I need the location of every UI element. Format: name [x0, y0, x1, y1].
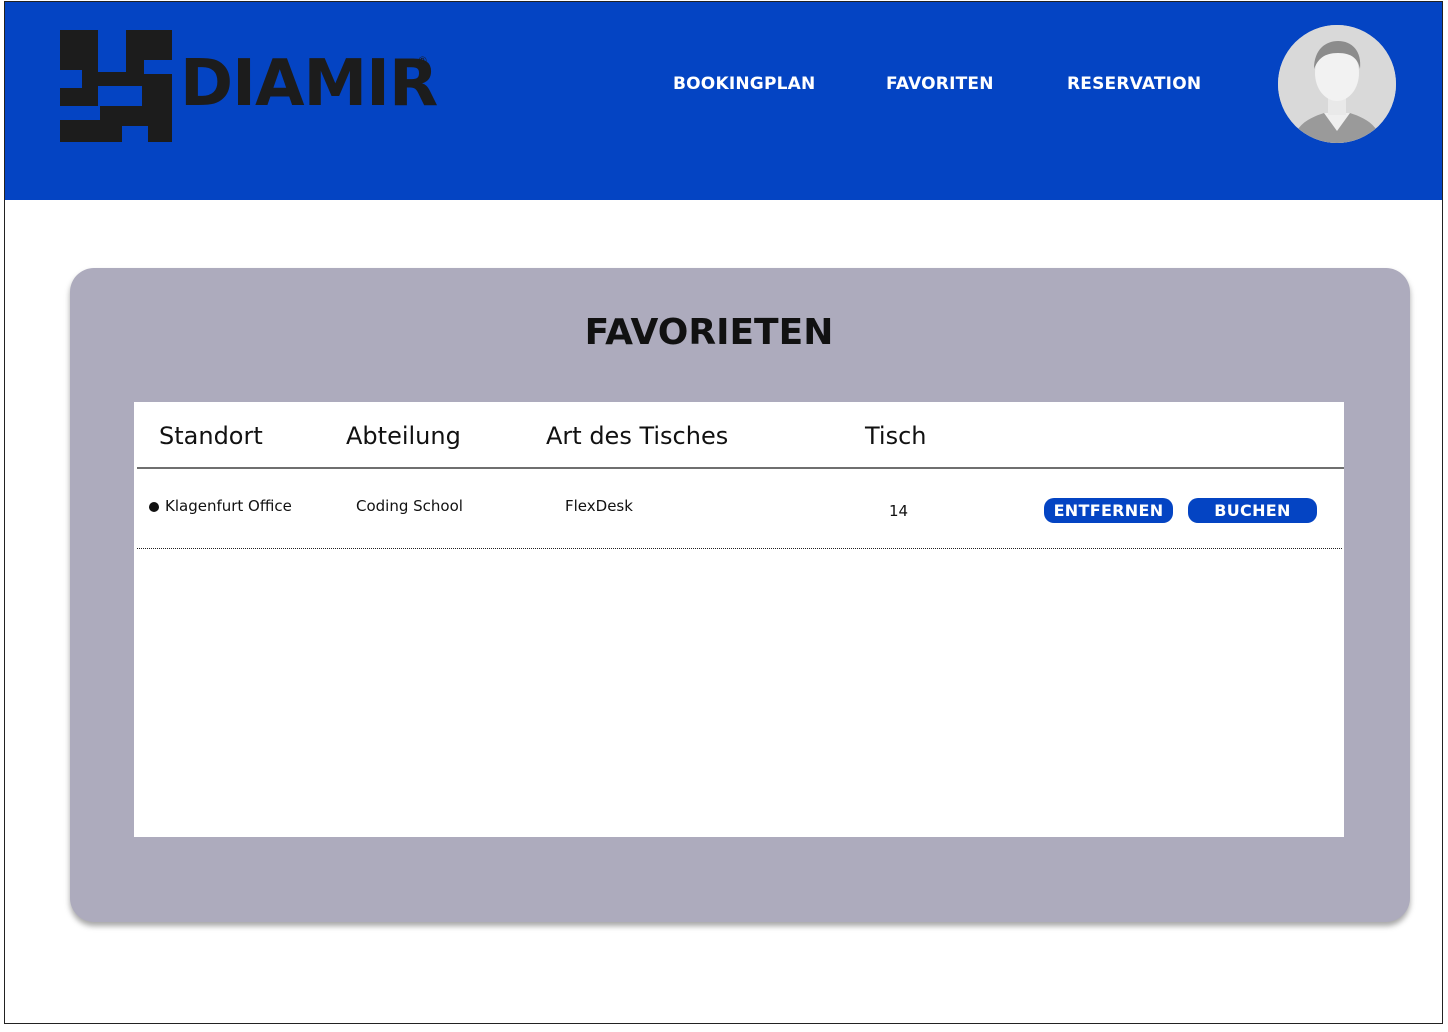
nav-favoriten[interactable]: FAVORITEN	[886, 74, 994, 94]
row-divider	[137, 548, 1342, 549]
cell-tisch: 14	[889, 502, 909, 520]
user-avatar-icon	[1278, 25, 1396, 143]
profile-avatar[interactable]	[1278, 25, 1396, 143]
page-title: FAVORIETEN	[584, 312, 834, 353]
remove-button[interactable]: ENTFERNEN	[1044, 498, 1173, 523]
logo-registered-mark: ®	[417, 54, 428, 67]
cell-art-des-tisches: FlexDesk	[565, 497, 633, 515]
header-divider	[137, 467, 1344, 469]
column-header-abteilung: Abteilung	[346, 422, 461, 450]
cell-abteilung: Coding School	[356, 497, 463, 515]
cell-standort: Klagenfurt Office	[165, 497, 292, 515]
logo-wordmark: DIAMIR	[180, 47, 438, 121]
bullet-icon	[149, 502, 159, 512]
logo-mark-icon	[60, 30, 172, 142]
diamir-logo[interactable]: DIAMIR ®	[60, 30, 438, 142]
nav-bookingplan[interactable]: BOOKINGPLAN	[673, 74, 815, 94]
column-header-tisch: Tisch	[865, 422, 927, 450]
nav-reservation[interactable]: RESERVATION	[1067, 74, 1201, 94]
book-button[interactable]: BUCHEN	[1188, 498, 1317, 523]
top-header: DIAMIR ® BOOKINGPLAN FAVORITEN RESERVATI…	[5, 2, 1442, 200]
column-header-art-des-tisches: Art des Tisches	[546, 422, 729, 450]
column-header-standort: Standort	[159, 422, 263, 450]
